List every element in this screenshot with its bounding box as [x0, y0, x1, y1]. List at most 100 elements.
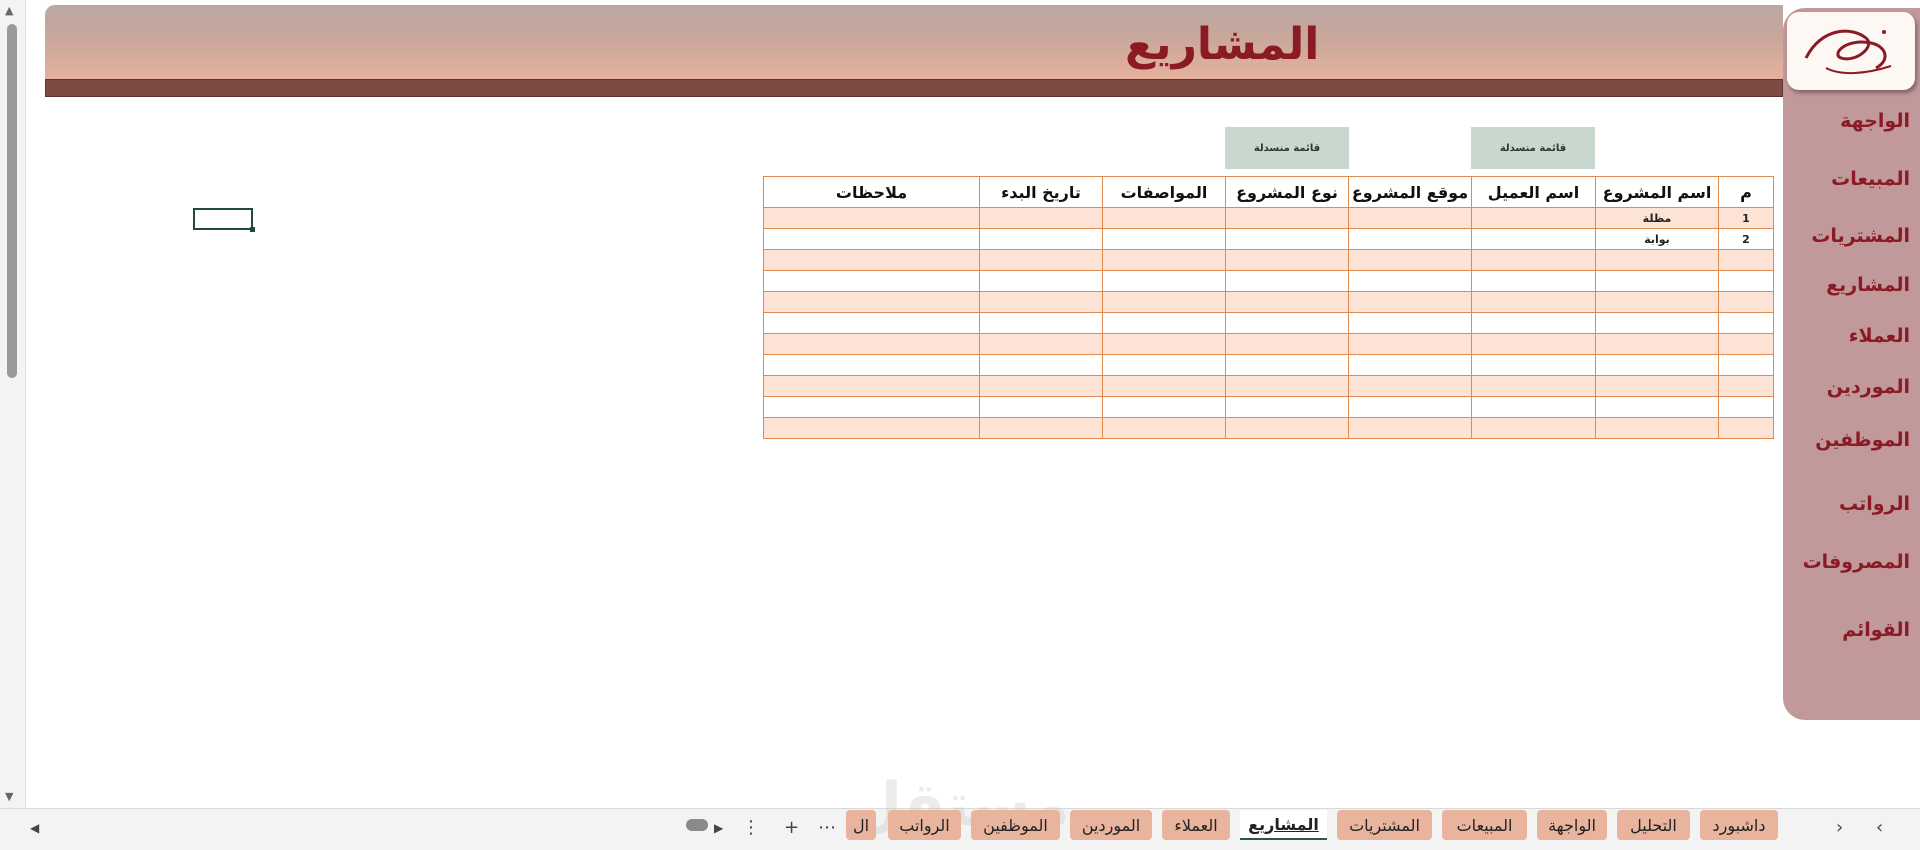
column-header-start-date[interactable]: تاريخ البدء	[979, 176, 1103, 208]
table-cell[interactable]	[1348, 207, 1472, 229]
vertical-scrollbar[interactable]: ▲ ▼	[0, 0, 26, 808]
table-cell[interactable]	[979, 291, 1103, 313]
table-cell[interactable]	[1595, 417, 1719, 439]
table-cell[interactable]	[763, 417, 980, 439]
table-cell[interactable]	[1718, 333, 1774, 355]
sheet-list-icon[interactable]: ⋯	[818, 817, 836, 838]
table-cell[interactable]	[1102, 396, 1226, 418]
tab-purchases[interactable]: المشتريات	[1337, 810, 1432, 840]
table-cell[interactable]	[1718, 375, 1774, 397]
nav-item-lists[interactable]: القوائم	[1842, 619, 1910, 641]
scroll-up-icon[interactable]: ▲	[5, 4, 13, 17]
table-cell[interactable]	[1102, 354, 1226, 376]
tab-truncated[interactable]: ال	[846, 810, 876, 840]
table-cell[interactable]	[1225, 333, 1349, 355]
nav-item-interface[interactable]: الواجهة	[1840, 110, 1910, 132]
tab-scroll-right-icon[interactable]: ›	[1836, 817, 1843, 838]
scroll-down-icon[interactable]: ▼	[5, 790, 13, 803]
table-cell[interactable]	[763, 291, 980, 313]
tab-interface[interactable]: الواجهة	[1537, 810, 1607, 840]
tab-scroll-left-icon[interactable]: ‹	[1876, 817, 1883, 838]
table-cell[interactable]	[1225, 249, 1349, 271]
tab-salaries[interactable]: الرواتب	[888, 810, 961, 840]
scroll-thumb[interactable]	[7, 24, 17, 378]
table-cell[interactable]	[1595, 375, 1719, 397]
table-cell[interactable]	[1102, 291, 1226, 313]
more-options-icon[interactable]: ⋮	[742, 817, 760, 838]
table-cell[interactable]: 1	[1718, 207, 1774, 229]
tab-employees[interactable]: الموظفين	[971, 810, 1060, 840]
table-cell[interactable]	[979, 354, 1103, 376]
table-cell[interactable]	[1225, 291, 1349, 313]
selected-cell[interactable]	[193, 208, 255, 232]
tab-sales[interactable]: المبيعات	[1442, 810, 1527, 840]
table-cell[interactable]	[1718, 270, 1774, 292]
nav-item-sales[interactable]: المبيعات	[1831, 168, 1910, 190]
table-cell[interactable]	[1102, 417, 1226, 439]
table-cell[interactable]	[1225, 207, 1349, 229]
table-cell[interactable]	[1225, 417, 1349, 439]
tab-analysis[interactable]: التحليل	[1617, 810, 1690, 840]
table-cell[interactable]	[1718, 417, 1774, 439]
tab-dashboard[interactable]: داشبورد	[1700, 810, 1778, 840]
table-cell[interactable]	[1471, 375, 1596, 397]
column-header-project-name[interactable]: اسم المشروع	[1595, 176, 1719, 208]
table-cell[interactable]	[763, 249, 980, 271]
table-cell[interactable]	[763, 207, 980, 229]
table-cell[interactable]: بوابة	[1595, 228, 1719, 250]
table-cell[interactable]	[1102, 207, 1226, 229]
table-cell[interactable]: 2	[1718, 228, 1774, 250]
table-cell[interactable]	[1718, 354, 1774, 376]
table-cell[interactable]	[979, 312, 1103, 334]
table-cell[interactable]	[1471, 417, 1596, 439]
table-cell[interactable]	[1471, 249, 1596, 271]
dropdown-client-name[interactable]: قائمة منسدلة	[1471, 127, 1595, 169]
add-sheet-icon[interactable]: +	[784, 817, 799, 838]
table-cell[interactable]	[763, 375, 980, 397]
table-cell[interactable]	[1225, 312, 1349, 334]
nav-item-suppliers[interactable]: الموردين	[1827, 376, 1910, 398]
table-cell[interactable]	[1348, 333, 1472, 355]
table-cell[interactable]	[763, 354, 980, 376]
table-cell[interactable]	[1595, 333, 1719, 355]
table-cell[interactable]	[1471, 396, 1596, 418]
column-header-notes[interactable]: ملاحظات	[763, 176, 980, 208]
table-cell[interactable]	[1102, 312, 1226, 334]
column-header-specifications[interactable]: المواصفات	[1102, 176, 1226, 208]
nav-item-purchases[interactable]: المشتريات	[1811, 225, 1910, 247]
table-cell[interactable]	[1471, 207, 1596, 229]
table-cell[interactable]	[1102, 249, 1226, 271]
table-cell[interactable]	[1718, 291, 1774, 313]
table-cell[interactable]	[1348, 417, 1472, 439]
nav-item-expenses[interactable]: المصروفات	[1803, 551, 1910, 573]
hscroll-left-icon[interactable]: ◀	[30, 821, 39, 835]
table-cell[interactable]	[1471, 291, 1596, 313]
table-cell[interactable]	[1102, 228, 1226, 250]
table-cell[interactable]	[979, 228, 1103, 250]
table-cell[interactable]	[1225, 396, 1349, 418]
table-cell[interactable]	[763, 312, 980, 334]
table-cell[interactable]	[1348, 396, 1472, 418]
table-cell[interactable]	[1102, 333, 1226, 355]
table-cell[interactable]	[1348, 354, 1472, 376]
table-cell[interactable]	[763, 333, 980, 355]
table-cell[interactable]	[979, 249, 1103, 271]
table-cell[interactable]	[1348, 249, 1472, 271]
column-header-index[interactable]: م	[1718, 176, 1774, 208]
table-cell[interactable]	[1595, 354, 1719, 376]
table-cell[interactable]	[1102, 375, 1226, 397]
table-cell[interactable]	[1471, 228, 1596, 250]
table-cell[interactable]	[1471, 333, 1596, 355]
table-cell[interactable]	[979, 375, 1103, 397]
table-cell[interactable]	[763, 396, 980, 418]
table-cell[interactable]	[979, 396, 1103, 418]
table-cell[interactable]	[1595, 312, 1719, 334]
table-cell[interactable]	[1718, 396, 1774, 418]
table-cell[interactable]	[1348, 312, 1472, 334]
table-cell[interactable]	[979, 270, 1103, 292]
table-cell[interactable]	[1471, 354, 1596, 376]
nav-item-employees[interactable]: الموظفين	[1815, 429, 1910, 451]
table-cell[interactable]	[1348, 228, 1472, 250]
tab-clients[interactable]: العملاء	[1162, 810, 1230, 840]
column-header-client-name[interactable]: اسم العميل	[1471, 176, 1596, 208]
